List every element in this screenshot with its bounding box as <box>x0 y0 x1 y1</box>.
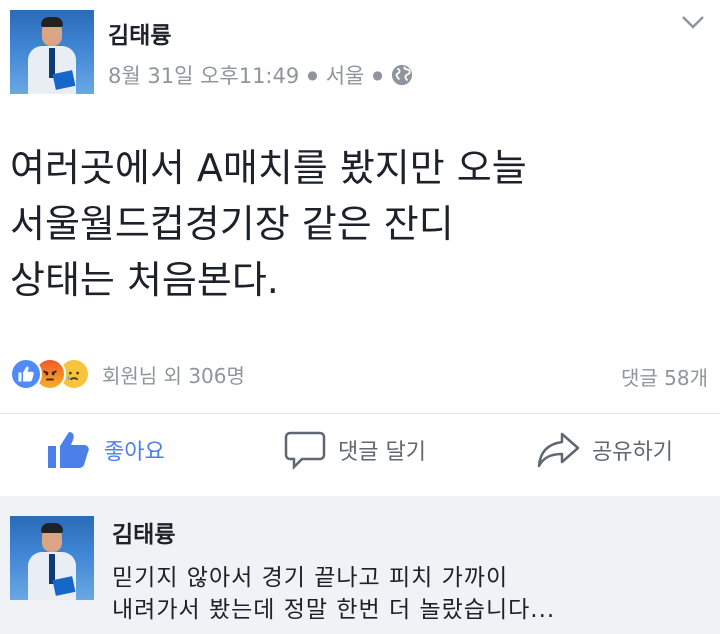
like-icon <box>10 358 42 390</box>
share-label: 공유하기 <box>592 440 673 465</box>
share-arrow-icon <box>537 432 580 468</box>
chevron-down-icon[interactable] <box>680 12 706 32</box>
reaction-count-text: 회원님 외 306명 <box>102 363 245 388</box>
post-location[interactable]: 서울 <box>326 60 365 90</box>
comment-author-name[interactable]: 김태륭 <box>112 515 175 549</box>
comment-label: 댓글 달기 <box>338 440 426 465</box>
share-button[interactable]: 공유하기 <box>536 430 673 470</box>
avatar-hair <box>41 17 63 27</box>
reactions-summary[interactable]: 회원님 외 306명 <box>10 358 245 390</box>
commenter-avatar[interactable] <box>10 516 94 600</box>
post-body-text: 여러곳에서 A매치를 봤지만 오늘 서울월드컵경기장 같은 잔디 상태는 처음본… <box>10 146 527 302</box>
comment-icon <box>284 431 326 470</box>
avatar-hair <box>41 523 63 533</box>
post-meta: 8월 31일 오후11:49 ● 서울 ● <box>108 60 413 90</box>
separator-dot: ● <box>372 68 383 82</box>
post-author-name[interactable]: 김태륭 <box>108 16 171 50</box>
comment-button[interactable]: 댓글 달기 <box>284 430 426 470</box>
comments-count[interactable]: 댓글 58개 <box>621 362 708 391</box>
comment-text: 믿기지 않아서 경기 끝나고 피치 가까이 내려가서 봤는데 정말 한번 더 놀… <box>112 565 556 623</box>
thumbs-up-icon <box>48 432 89 468</box>
separator-dot: ● <box>307 68 318 82</box>
globe-icon <box>391 64 412 86</box>
author-avatar[interactable] <box>10 10 94 94</box>
post-timestamp[interactable]: 8월 31일 오후11:49 <box>108 60 299 90</box>
like-label: 좋아요 <box>104 440 165 465</box>
divider <box>0 413 720 414</box>
like-button[interactable]: 좋아요 <box>48 430 165 470</box>
